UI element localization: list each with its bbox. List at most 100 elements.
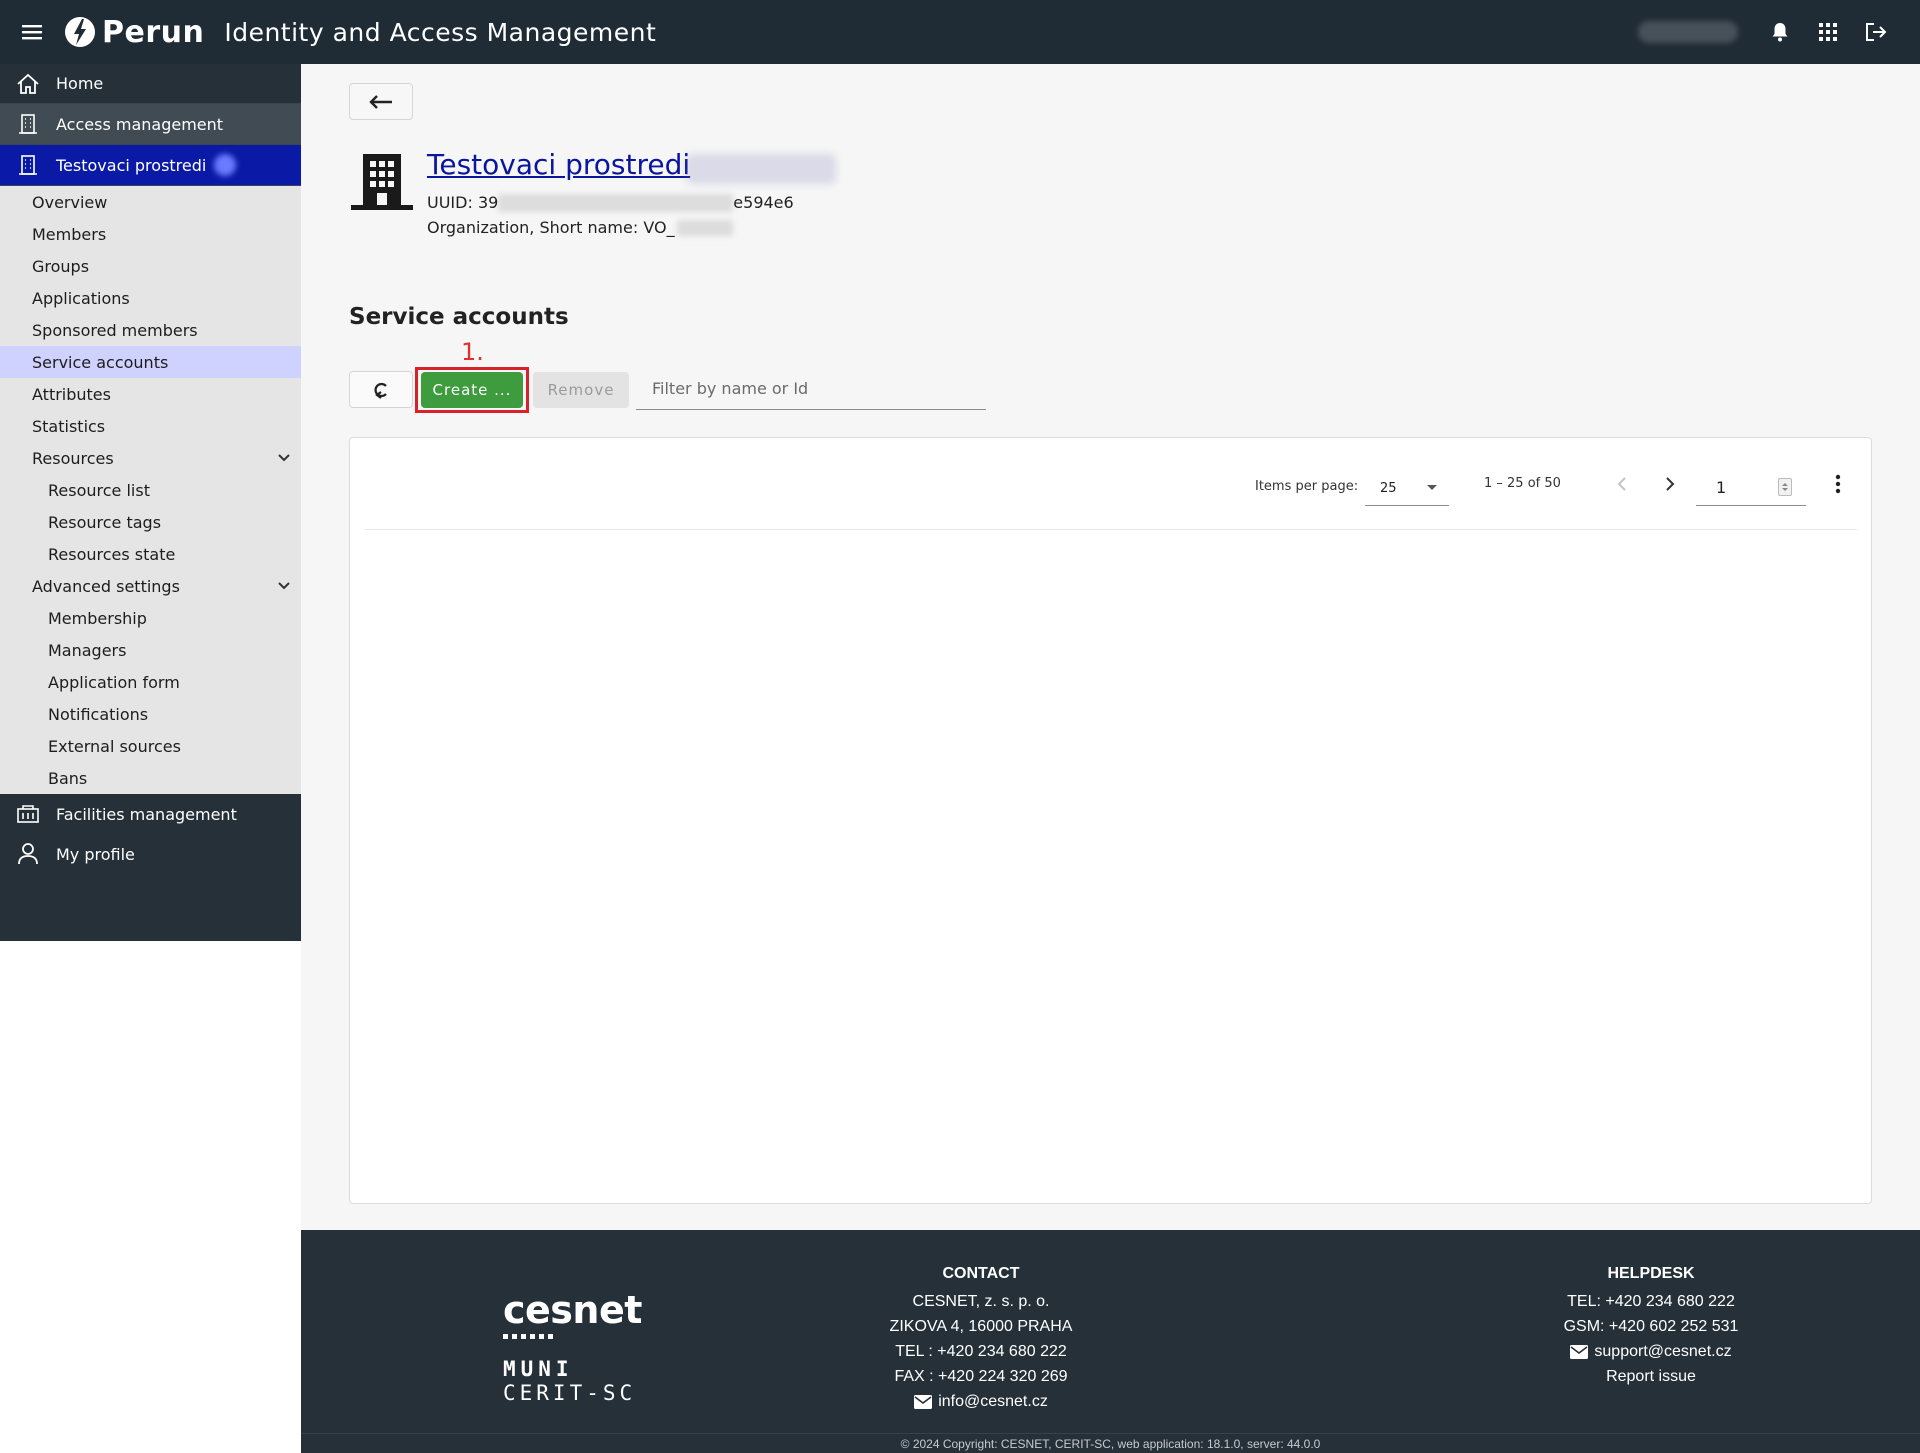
muni-logo: MUNI [503,1357,574,1381]
page-size-value: 25 [1380,481,1397,496]
sidebar-item-bans[interactable]: Bans [0,762,301,794]
uuid-redacted [498,193,734,212]
next-page-button[interactable] [1650,464,1690,504]
stepper-icon[interactable] [1778,478,1792,496]
more-vert-icon[interactable] [1822,464,1854,504]
short-name-redacted [676,219,733,236]
sidebar-item-members[interactable]: Members [0,218,301,250]
mail-icon [914,1394,933,1409]
organization-text: Organization, Short name: VO_ [427,218,675,237]
vo-name-redacted [214,154,237,176]
contact-email: info@cesnet.cz [938,1393,1048,1410]
chevron-down-icon [277,448,291,472]
main-content: Testovaci prostredi UUID: 39 e594e6 Orga… [301,64,1920,1230]
footer: cesnet MUNI CERIT-SC CONTACT CESNET, z. … [301,1230,1920,1453]
contact-column: CONTACT CESNET, z. s. p. o. ZIKOVA 4, 16… [851,1264,1111,1414]
logout-icon[interactable] [1852,0,1900,64]
sidebar-item-managers[interactable]: Managers [0,634,301,666]
logo-text: Perun [102,14,205,50]
organization-building-icon [351,154,413,210]
annotation-step-label: 1. [461,338,484,366]
cerit-logo: CERIT-SC [503,1381,637,1405]
sidebar-item-facilities[interactable]: Facilities management [0,794,301,834]
contact-line: CESNET, z. s. p. o. [912,1293,1050,1310]
vo-id-redacted [686,154,836,184]
menu-icon[interactable] [0,0,64,64]
apps-grid-icon[interactable] [1804,0,1852,64]
sidebar-item-access-management[interactable]: Access management [0,104,301,145]
page-size-select[interactable]: 25 [1365,466,1449,506]
sidebar-item-resources[interactable]: Resources [0,442,301,474]
user-name-redacted [1638,21,1738,43]
sidebar-item-applications[interactable]: Applications [0,282,301,314]
sidebar-item-service-accounts[interactable]: Service accounts [0,346,301,378]
home-icon [16,72,40,96]
sidebar-item-membership[interactable]: Membership [0,602,301,634]
sidebar-item-resource-tags[interactable]: Resource tags [0,506,301,538]
sidebar-item-label: Testovaci prostredi [56,155,207,175]
section-title: Service accounts [349,304,569,330]
paginator: Items per page: 25 1 – 25 of 50 1 [350,438,1871,530]
organization-line: Organization, Short name: VO_ [427,218,733,237]
back-button[interactable] [349,83,413,120]
chevron-left-icon [1617,477,1626,491]
sidebar-item-application-form[interactable]: Application form [0,666,301,698]
support-email: support@cesnet.cz [1594,1343,1732,1360]
notifications-bell-icon[interactable] [1756,0,1804,64]
create-button[interactable]: Create ... [421,372,523,408]
contact-title: CONTACT [942,1265,1020,1282]
cesnet-logo-dots [503,1334,642,1339]
refresh-button[interactable] [349,371,413,408]
chevron-right-icon [1666,477,1675,491]
sidebar-item-advanced-settings[interactable]: Advanced settings [0,570,301,602]
support-email-link[interactable]: support@cesnet.cz [1521,1339,1781,1364]
page-number-input[interactable]: 1 [1696,466,1806,506]
dropdown-caret-icon [1427,485,1437,490]
contact-line: FAX : +420 224 320 269 [894,1368,1068,1385]
sidebar-item-home[interactable]: Home [0,64,301,104]
sidebar-item-resource-list[interactable]: Resource list [0,474,301,506]
sidebar-item-label: Advanced settings [32,576,180,596]
building-icon [16,112,40,136]
helpdesk-title: HELPDESK [1607,1265,1695,1282]
report-issue-link[interactable]: Report issue [1521,1364,1781,1389]
sidebar-item-external-sources[interactable]: External sources [0,730,301,762]
sidebar-item-label: My profile [56,844,135,864]
sidebar-item-label: Resources [32,448,114,468]
sidebar-item-sponsored-members[interactable]: Sponsored members [0,314,301,346]
sidebar-item-vo[interactable]: Testovaci prostredi [0,145,301,186]
uuid-line: UUID: 39 e594e6 [427,193,794,212]
sidebar-item-notifications[interactable]: Notifications [0,698,301,730]
sidebar-item-label: Access management [56,114,224,134]
items-per-page-label: Items per page: [1255,479,1359,494]
sidebar-item-label: Facilities management [56,804,237,824]
sidebar-item-groups[interactable]: Groups [0,250,301,282]
mail-icon [1570,1344,1589,1359]
sidebar-item-attributes[interactable]: Attributes [0,378,301,410]
sidebar-item-statistics[interactable]: Statistics [0,410,301,442]
contact-email-link[interactable]: info@cesnet.cz [851,1389,1111,1414]
facility-icon [16,802,40,826]
filter-input[interactable] [636,368,986,410]
sidebar-item-overview[interactable]: Overview [0,186,301,218]
uuid-prefix: UUID: 39 [427,193,499,212]
cesnet-logo: cesnet [503,1288,642,1332]
vo-submenu: Overview Members Groups Applications Spo… [0,186,301,794]
page-range-label: 1 – 25 of 50 [1484,476,1561,491]
top-bar: Perun Identity and Access Management [0,0,1920,64]
uuid-suffix: e594e6 [733,193,794,212]
remove-button: Remove [533,372,629,408]
helpdesk-line: TEL: +420 234 680 222 [1567,1293,1735,1310]
vo-name-link[interactable]: Testovaci prostredi [427,148,690,181]
helpdesk-column: HELPDESK TEL: +420 234 680 222 GSM: +420… [1521,1264,1781,1389]
refresh-icon [374,382,387,399]
contact-line: ZIKOVA 4, 16000 PRAHA [889,1318,1073,1335]
divider [365,529,1857,530]
contact-line: TEL : +420 234 680 222 [895,1343,1067,1360]
sidebar-item-my-profile[interactable]: My profile [0,834,301,874]
service-accounts-table: Items per page: 25 1 – 25 of 50 1 [349,437,1872,1204]
app-title: Identity and Access Management [224,17,657,47]
sidebar-item-resources-state[interactable]: Resources state [0,538,301,570]
perun-logo[interactable]: Perun [64,15,204,50]
person-icon [16,842,40,866]
